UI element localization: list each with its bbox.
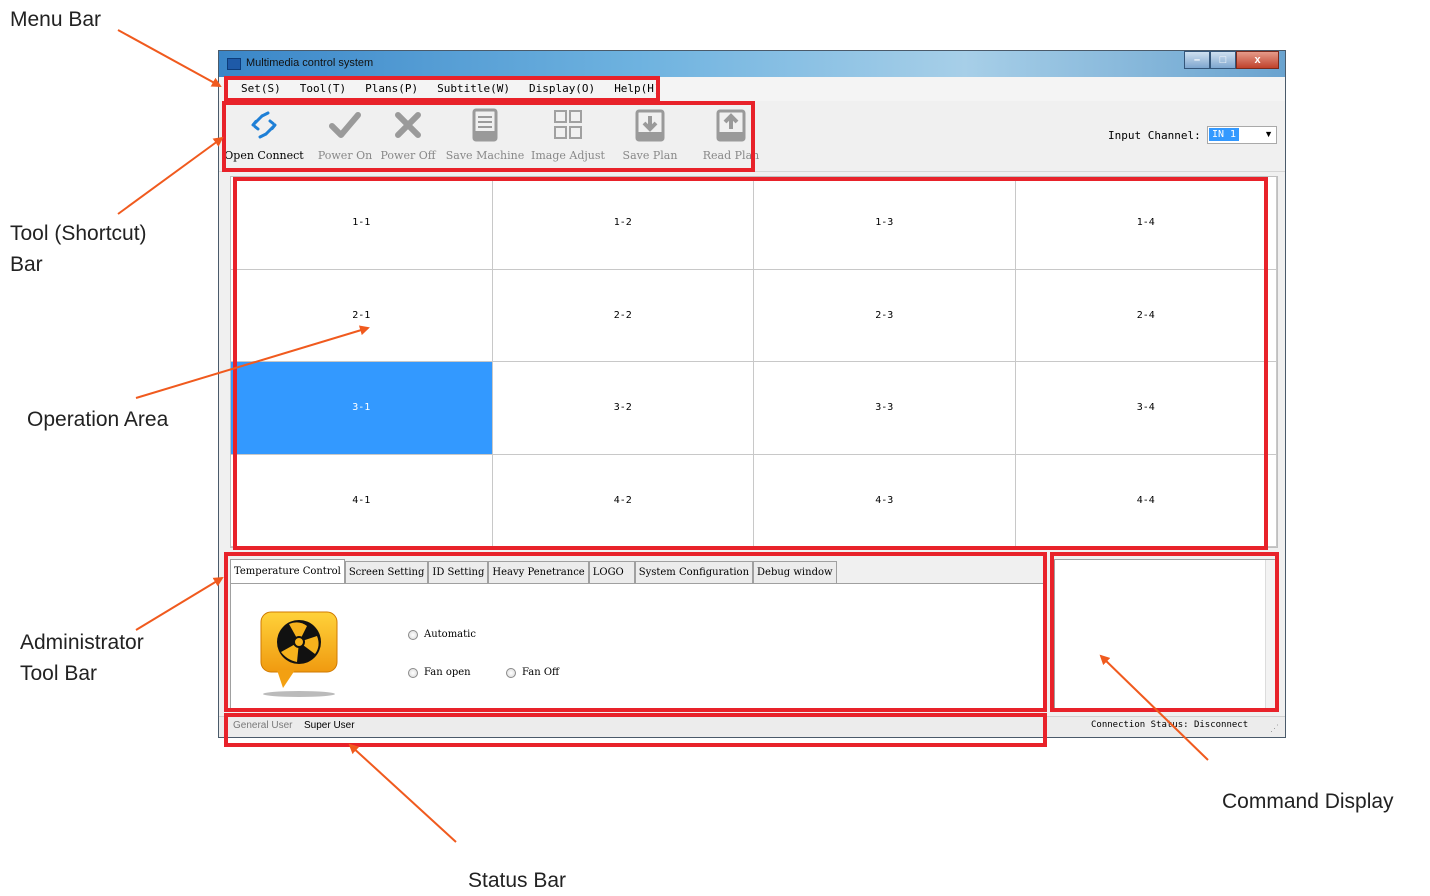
arrow-status-bar bbox=[348, 743, 457, 843]
operation-area-highlight bbox=[233, 177, 1268, 550]
input-channel-value: IN 1 bbox=[1209, 128, 1240, 141]
label-status-bar: Status Bar bbox=[468, 869, 567, 892]
label-command-display: Command Display bbox=[1222, 790, 1394, 813]
title-bar: Multimedia control system – □ x bbox=[219, 51, 1285, 77]
command-display-highlight bbox=[1050, 552, 1279, 712]
admin-tool-bar-highlight bbox=[224, 552, 1047, 712]
label-admin-tool-bar: Administrator Tool Bar bbox=[20, 631, 144, 685]
minimize-button[interactable]: – bbox=[1184, 51, 1210, 69]
close-button[interactable]: x bbox=[1236, 51, 1279, 69]
label-tool-bar: Tool (Shortcut) Bar bbox=[10, 222, 147, 276]
resize-grip-icon: ⋰ bbox=[1270, 723, 1279, 733]
arrow-menu-bar bbox=[117, 29, 222, 87]
input-channel-label: Input Channel: bbox=[1108, 129, 1201, 142]
status-bar-highlight bbox=[224, 713, 1047, 747]
app-icon bbox=[227, 58, 241, 70]
connection-status: Connection Status: Disconnect bbox=[1091, 720, 1249, 730]
input-channel-select[interactable]: IN 1 ▼ bbox=[1207, 126, 1277, 144]
maximize-button[interactable]: □ bbox=[1210, 51, 1236, 69]
label-operation-area: Operation Area bbox=[27, 408, 169, 431]
chevron-down-icon: ▼ bbox=[1264, 129, 1273, 139]
label-menu-bar: Menu Bar bbox=[10, 8, 102, 31]
window-title: Multimedia control system bbox=[246, 57, 374, 69]
arrow-admin-tool-bar bbox=[135, 576, 224, 631]
arrow-tool-bar bbox=[117, 136, 224, 215]
tool-bar-highlight bbox=[222, 101, 755, 172]
menu-bar-highlight bbox=[224, 76, 660, 102]
